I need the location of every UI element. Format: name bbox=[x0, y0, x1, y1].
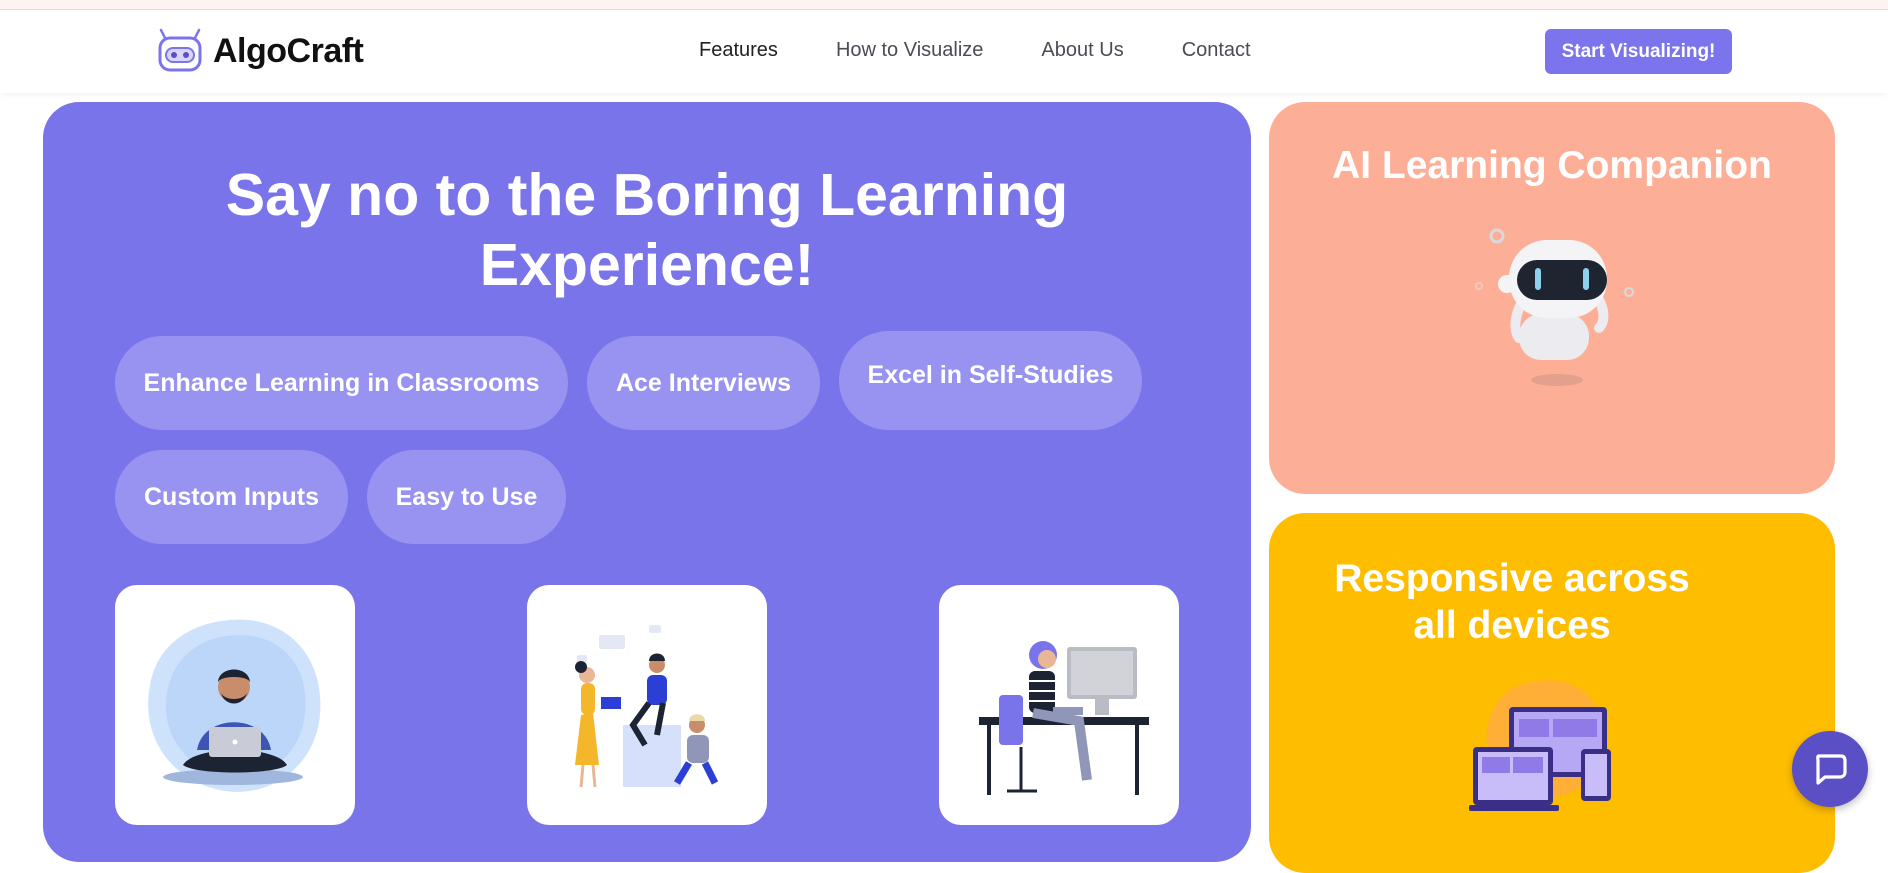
navbar: AlgoCraft Features How to Visualize Abou… bbox=[0, 10, 1888, 93]
responsive-card: Responsive across all devices bbox=[1269, 513, 1835, 873]
ai-companion-title: AI Learning Companion bbox=[1332, 144, 1772, 187]
brand-name: AlgoCraft bbox=[213, 31, 364, 70]
top-accent-line bbox=[0, 0, 1888, 10]
nav-link-contact[interactable]: Contact bbox=[1182, 39, 1251, 62]
nav-link-features[interactable]: Features bbox=[699, 39, 778, 62]
pill-enhance-learning[interactable]: Enhance Learning in Classrooms bbox=[115, 336, 568, 430]
brand-logo[interactable]: AlgoCraft bbox=[157, 28, 364, 74]
team-collaboration-illustration bbox=[575, 625, 719, 788]
robot-logo-icon bbox=[158, 28, 202, 72]
illustration-card-desk bbox=[939, 585, 1179, 825]
desk-worker-illustration bbox=[979, 641, 1149, 795]
hero-title-line1: Say no to the Boring Learning bbox=[225, 162, 1069, 228]
devices-illustration bbox=[1469, 680, 1611, 811]
pill-ace-interviews[interactable]: Ace Interviews bbox=[587, 336, 820, 430]
nav-links: Features How to Visualize About Us Conta… bbox=[699, 39, 1251, 62]
pill-easy-to-use[interactable]: Easy to Use bbox=[367, 450, 566, 544]
robot-illustration bbox=[1475, 228, 1634, 386]
nav-link-about-us[interactable]: About Us bbox=[1041, 39, 1123, 62]
hero-title-line2: Experience! bbox=[479, 232, 815, 298]
pill-custom-inputs[interactable]: Custom Inputs bbox=[115, 450, 348, 544]
nav-link-how-to-visualize[interactable]: How to Visualize bbox=[836, 39, 983, 62]
ai-companion-card: AI Learning Companion bbox=[1269, 102, 1835, 494]
responsive-title: Responsive across all devices bbox=[1334, 557, 1690, 647]
start-visualizing-button[interactable]: Start Visualizing! bbox=[1545, 29, 1732, 74]
illustration-card-laptop bbox=[115, 585, 355, 825]
chat-icon bbox=[1816, 754, 1847, 785]
hero-title: Say no to the Boring Learning Experience… bbox=[43, 160, 1251, 300]
laptop-person-illustration bbox=[148, 619, 321, 792]
chat-launcher-button[interactable] bbox=[1792, 731, 1868, 807]
pill-excel-self-studies[interactable]: Excel in Self-Studies bbox=[839, 331, 1142, 430]
illustration-card-team bbox=[527, 585, 767, 825]
hero-card: Say no to the Boring Learning Experience… bbox=[43, 102, 1251, 862]
